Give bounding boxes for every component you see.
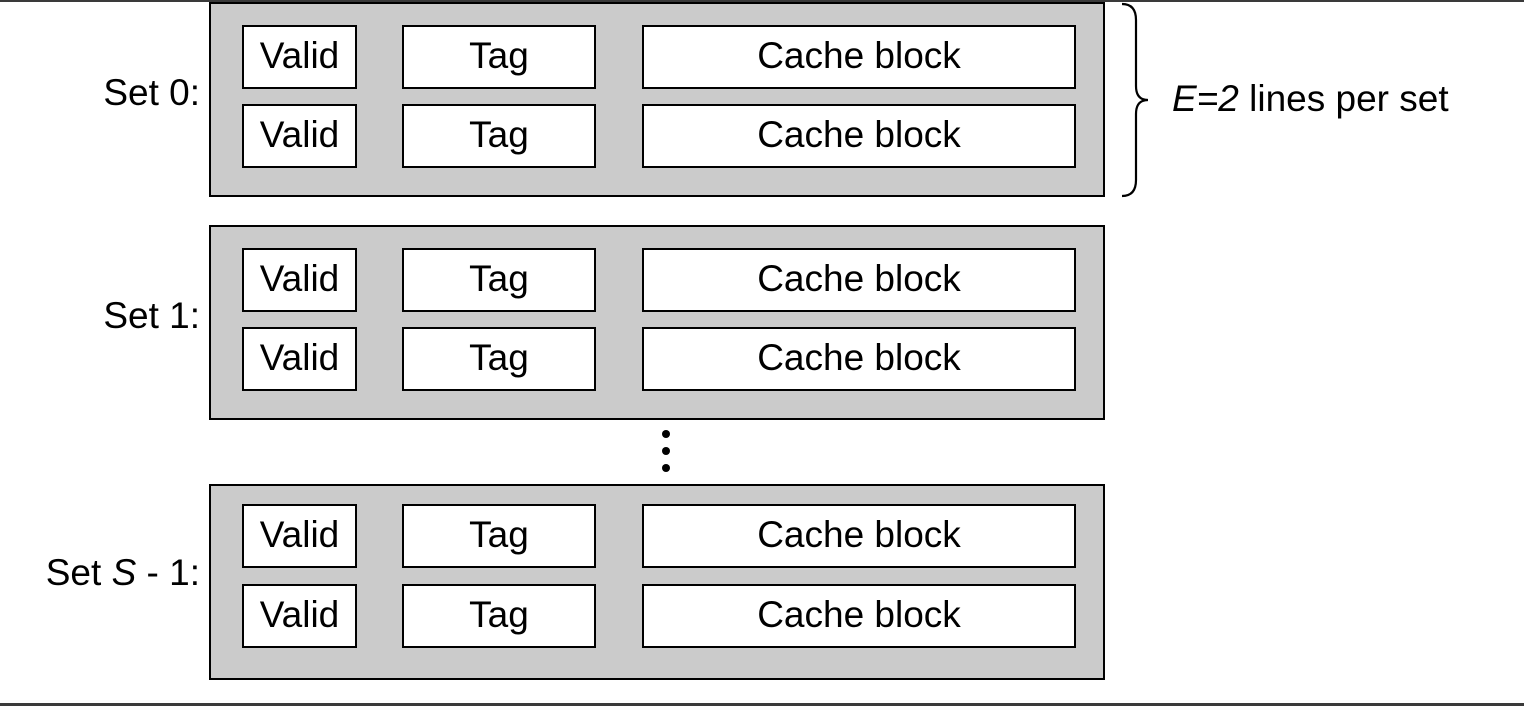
cache-block-cell: Cache block: [642, 248, 1076, 312]
lines-per-set-annotation: E=2 lines per set: [1172, 78, 1449, 120]
annotation-var: E=2: [1172, 78, 1239, 119]
tag-cell: Tag: [402, 248, 596, 312]
valid-cell: Valid: [242, 504, 357, 568]
valid-cell: Valid: [242, 25, 357, 89]
set-box-last: Valid Tag Cache block Valid Tag Cache bl…: [209, 484, 1105, 680]
cache-block-cell: Cache block: [642, 504, 1076, 568]
set-label-var: S: [111, 552, 137, 593]
set-box-0: Valid Tag Cache block Valid Tag Cache bl…: [209, 2, 1105, 197]
set-label-prefix: Set: [103, 72, 170, 113]
set-label-prefix: Set: [103, 295, 170, 336]
set-label-1: Set 1:: [0, 295, 200, 337]
cache-block-cell: Cache block: [642, 104, 1076, 168]
annotation-text: lines per set: [1238, 78, 1449, 119]
cache-block-cell: Cache block: [642, 25, 1076, 89]
ellipsis-dot: [662, 447, 670, 455]
tag-cell: Tag: [402, 504, 596, 568]
tag-cell: Tag: [402, 584, 596, 648]
valid-cell: Valid: [242, 248, 357, 312]
curly-brace-icon: [1121, 2, 1149, 198]
cache-block-cell: Cache block: [642, 584, 1076, 648]
set-box-1: Valid Tag Cache block Valid Tag Cache bl…: [209, 225, 1105, 420]
set-label-suffix: - 1:: [136, 552, 200, 593]
cache-block-cell: Cache block: [642, 327, 1076, 391]
tag-cell: Tag: [402, 327, 596, 391]
set-label-suffix: 0:: [169, 72, 200, 113]
ellipsis-dot: [662, 464, 670, 472]
tag-cell: Tag: [402, 104, 596, 168]
valid-cell: Valid: [242, 327, 357, 391]
vertical-ellipsis-icon: [662, 430, 672, 481]
set-label-0: Set 0:: [0, 72, 200, 114]
set-label-suffix: 1:: [169, 295, 200, 336]
valid-cell: Valid: [242, 584, 357, 648]
ellipsis-dot: [662, 430, 670, 438]
valid-cell: Valid: [242, 104, 357, 168]
set-label-prefix: Set: [45, 552, 112, 593]
set-label-last: Set S - 1:: [0, 552, 200, 594]
tag-cell: Tag: [402, 25, 596, 89]
